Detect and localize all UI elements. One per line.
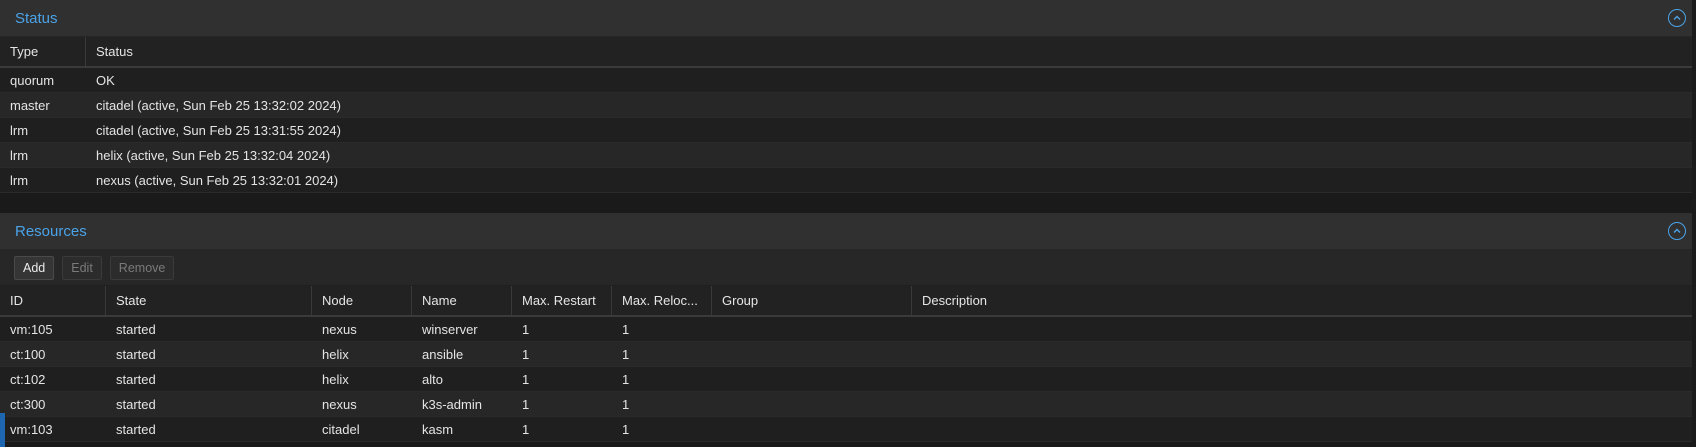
table-row[interactable]: lrm helix (active, Sun Feb 25 13:32:04 20… bbox=[0, 143, 1696, 168]
status-cell: citadel (active, Sun Feb 25 13:32:02 202… bbox=[96, 97, 341, 113]
resources-panel-title: Resources bbox=[15, 222, 87, 240]
resources-toolbar: Add Edit Remove bbox=[0, 250, 1696, 286]
type-cell: lrm bbox=[10, 147, 29, 163]
description-cell bbox=[912, 392, 1696, 416]
type-cell: master bbox=[10, 97, 50, 113]
status-cell: helix (active, Sun Feb 25 13:32:04 2024) bbox=[96, 147, 331, 163]
status-grid: Type Status quorum OK master citadel (activ… bbox=[0, 37, 1696, 193]
max-relocate-cell: 1 bbox=[622, 421, 630, 437]
id-cell: ct:100 bbox=[10, 346, 46, 362]
column-header-status[interactable]: Status bbox=[86, 37, 1696, 66]
column-header-group[interactable]: Group bbox=[712, 286, 912, 315]
resources-grid: ID State Node Name Max. Restart Max. Rel… bbox=[0, 286, 1696, 442]
node-cell: helix bbox=[322, 371, 349, 387]
scrollbar-track[interactable] bbox=[1692, 0, 1696, 447]
max-restart-cell: 1 bbox=[522, 421, 530, 437]
state-cell: started bbox=[116, 321, 156, 337]
column-header-id[interactable]: ID bbox=[0, 286, 106, 315]
table-row[interactable]: ct:100 started helix ansible 1 1 bbox=[0, 342, 1696, 367]
status-panel-header: Status bbox=[0, 0, 1696, 37]
max-relocate-cell: 1 bbox=[622, 321, 630, 337]
column-header-max-restart[interactable]: Max. Restart bbox=[512, 286, 612, 315]
table-row[interactable]: quorum OK bbox=[0, 68, 1696, 93]
table-row[interactable]: lrm nexus (active, Sun Feb 25 13:32:01 20… bbox=[0, 168, 1696, 193]
group-cell bbox=[712, 392, 912, 416]
id-cell: ct:102 bbox=[10, 371, 46, 387]
group-cell bbox=[712, 417, 912, 441]
status-cell: citadel (active, Sun Feb 25 13:31:55 202… bbox=[96, 122, 341, 138]
id-cell: ct:300 bbox=[10, 396, 46, 412]
name-cell: ansible bbox=[422, 346, 464, 362]
type-cell: quorum bbox=[10, 72, 55, 88]
add-button[interactable]: Add bbox=[14, 255, 55, 280]
selection-indicator bbox=[0, 413, 5, 447]
state-cell: started bbox=[116, 371, 156, 387]
node-cell: citadel bbox=[322, 421, 360, 437]
table-row[interactable]: ct:102 started helix alto 1 1 bbox=[0, 367, 1696, 392]
status-cell: OK bbox=[96, 72, 115, 88]
table-row[interactable]: lrm citadel (active, Sun Feb 25 13:31:55 … bbox=[0, 118, 1696, 143]
state-cell: started bbox=[116, 421, 156, 437]
type-cell: lrm bbox=[10, 122, 29, 138]
max-relocate-cell: 1 bbox=[622, 346, 630, 362]
remove-button[interactable]: Remove bbox=[109, 255, 175, 280]
status-panel: Status Type Status quorum OK master citadel… bbox=[0, 0, 1696, 213]
group-cell bbox=[712, 367, 912, 391]
max-restart-cell: 1 bbox=[522, 346, 530, 362]
column-header-state[interactable]: State bbox=[106, 286, 312, 315]
resources-grid-header: ID State Node Name Max. Restart Max. Rel… bbox=[0, 286, 1696, 317]
description-cell bbox=[912, 367, 1696, 391]
max-relocate-cell: 1 bbox=[622, 371, 630, 387]
column-header-type[interactable]: Type bbox=[0, 37, 86, 66]
table-row[interactable]: ct:300 started nexus k3s-admin 1 1 bbox=[0, 392, 1696, 417]
status-grid-header: Type Status bbox=[0, 37, 1696, 68]
chevron-up-icon[interactable] bbox=[1668, 9, 1686, 27]
name-cell: k3s-admin bbox=[422, 396, 482, 412]
node-cell: helix bbox=[322, 346, 349, 362]
table-row[interactable]: vm:105 started nexus winserver 1 1 bbox=[0, 317, 1696, 342]
max-relocate-cell: 1 bbox=[622, 396, 630, 412]
max-restart-cell: 1 bbox=[522, 396, 530, 412]
status-panel-title: Status bbox=[15, 9, 58, 27]
column-header-node[interactable]: Node bbox=[312, 286, 412, 315]
id-cell: vm:103 bbox=[10, 421, 53, 437]
description-cell bbox=[912, 417, 1696, 441]
column-header-max-relocate[interactable]: Max. Reloc... bbox=[612, 286, 712, 315]
max-restart-cell: 1 bbox=[522, 371, 530, 387]
name-cell: alto bbox=[422, 371, 443, 387]
chevron-up-icon[interactable] bbox=[1668, 222, 1686, 240]
description-cell bbox=[912, 317, 1696, 341]
type-cell: lrm bbox=[10, 172, 29, 188]
description-cell bbox=[912, 342, 1696, 366]
status-cell: nexus (active, Sun Feb 25 13:32:01 2024) bbox=[96, 172, 339, 188]
column-header-description[interactable]: Description bbox=[912, 286, 1696, 315]
group-cell bbox=[712, 342, 912, 366]
node-cell: nexus bbox=[322, 321, 357, 337]
table-row[interactable]: master citadel (active, Sun Feb 25 13:32:… bbox=[0, 93, 1696, 118]
id-cell: vm:105 bbox=[10, 321, 53, 337]
state-cell: started bbox=[116, 346, 156, 362]
max-restart-cell: 1 bbox=[522, 321, 530, 337]
state-cell: started bbox=[116, 396, 156, 412]
group-cell bbox=[712, 317, 912, 341]
table-row[interactable]: vm:103 started citadel kasm 1 1 bbox=[0, 417, 1696, 442]
resources-panel: Resources Add Edit Remove ID State Node … bbox=[0, 213, 1696, 447]
name-cell: kasm bbox=[422, 421, 454, 437]
edit-button[interactable]: Edit bbox=[62, 255, 102, 280]
node-cell: nexus bbox=[322, 396, 357, 412]
resources-panel-header: Resources bbox=[0, 213, 1696, 250]
column-header-name[interactable]: Name bbox=[412, 286, 512, 315]
name-cell: winserver bbox=[422, 321, 478, 337]
